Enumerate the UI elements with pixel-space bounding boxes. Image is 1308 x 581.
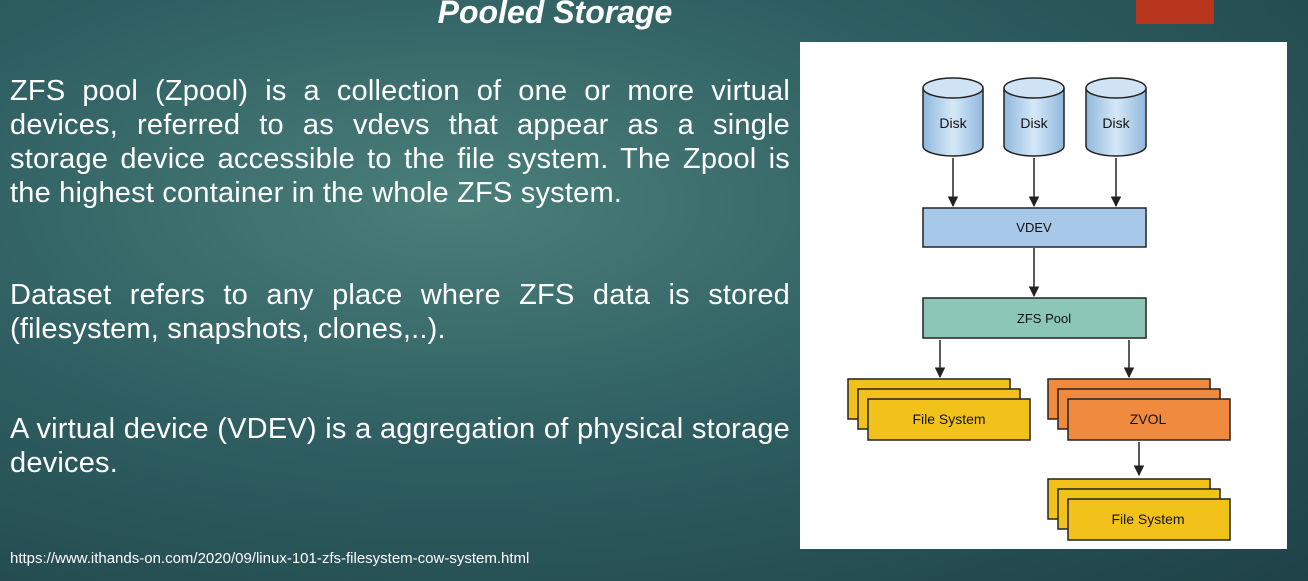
paragraph-vdev: A virtual device (VDEV) is a aggregation… (10, 413, 790, 479)
paragraph-dataset: Dataset refers to any place where ZFS da… (10, 279, 790, 345)
vdev-box: VDEV (922, 207, 1147, 248)
disk-2: Disk (1003, 77, 1065, 157)
zvol-label: ZVOL (1130, 411, 1167, 427)
corner-badge (1136, 0, 1214, 24)
slide-title: Pooled Storage (437, 0, 673, 30)
source-url: https://www.ithands-on.com/2020/09/linux… (10, 550, 530, 567)
paragraph-zpool: ZFS pool (Zpool) is a collection of one … (10, 75, 790, 209)
disk-3-label: Disk (1102, 115, 1130, 131)
zvol-filesystem-label: File System (1111, 511, 1184, 527)
filesystem-label: File System (912, 411, 985, 427)
zfs-pool-label: ZFS Pool (1017, 311, 1071, 326)
disk-2-label: Disk (1020, 115, 1048, 131)
zvol-filesystem-stack: File System (1047, 478, 1231, 541)
zfs-diagram-panel: Disk Disk Disk VDEV ZFS Pool File System… (800, 42, 1287, 549)
vdev-label: VDEV (1016, 220, 1052, 235)
disk-1-label: Disk (939, 115, 967, 131)
zfs-pool-box: ZFS Pool (922, 297, 1147, 339)
disk-3: Disk (1085, 77, 1147, 157)
zvol-stack: ZVOL (1047, 378, 1231, 441)
zfs-diagram: Disk Disk Disk VDEV ZFS Pool File System… (847, 77, 1231, 541)
disk-1: Disk (922, 77, 984, 157)
filesystem-stack: File System (847, 378, 1031, 441)
